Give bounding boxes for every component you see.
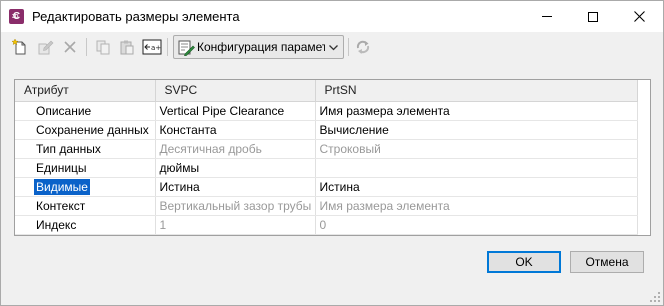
prtsn-cell[interactable]: Вычисление — [315, 120, 638, 140]
toolbar-separator — [86, 38, 87, 56]
close-button[interactable] — [616, 1, 662, 32]
table-row[interactable]: Тип данных Десятичная дробь Строковый — [15, 139, 638, 159]
attribute-cell-selected[interactable]: Видимые — [15, 177, 156, 197]
insert-column-icon: a+ — [142, 39, 162, 55]
attribute-cell[interactable]: Контекст — [15, 196, 156, 216]
app-icon: C 3D — [9, 9, 24, 24]
svpc-cell[interactable]: Истина — [155, 177, 316, 197]
edit-size-button[interactable] — [35, 37, 55, 57]
attribute-cell[interactable]: Тип данных — [15, 139, 156, 159]
new-document-icon — [11, 38, 26, 55]
column-header-svpc[interactable]: SVPC — [155, 80, 316, 102]
table-row[interactable]: Индекс 1 0 — [15, 215, 638, 235]
close-icon — [633, 11, 645, 22]
table-row[interactable]: Сохранение данных Константа Вычисление — [15, 120, 638, 140]
prtsn-cell[interactable]: Имя размера элемента — [315, 101, 638, 121]
delete-icon — [64, 41, 76, 53]
svpc-cell[interactable]: дюймы — [155, 158, 316, 178]
selected-attribute-label: Видимые — [34, 178, 90, 195]
chevron-down-icon — [329, 45, 338, 51]
edit-document-icon — [38, 40, 54, 55]
table-row[interactable]: Контекст Вертикальный зазор трубы Имя ра… — [15, 196, 638, 216]
title-bar: C 3D Редактировать размеры элемента — [1, 1, 663, 32]
table-row[interactable]: Единицы дюймы — [15, 158, 638, 178]
prtsn-cell[interactable] — [315, 158, 638, 178]
edit-part-sizes-dialog: C 3D Редактировать размеры элемента a+ К… — [0, 0, 664, 306]
app-icon-sub: 3D — [12, 14, 19, 20]
toolbar: a+ Конфигурация параметров — [1, 32, 663, 62]
svpc-cell[interactable]: Vertical Pipe Clearance — [155, 101, 316, 121]
grid-header-row: Атрибут SVPC PrtSN — [15, 80, 638, 102]
paste-icon — [120, 40, 134, 55]
maximize-icon — [588, 11, 598, 22]
toolbar-separator — [348, 38, 349, 56]
configuration-dropdown[interactable]: Конфигурация параметров — [173, 35, 344, 59]
prtsn-cell[interactable]: 0 — [315, 215, 638, 235]
configuration-icon — [178, 40, 195, 56]
column-header-attribute[interactable]: Атрибут — [15, 80, 156, 102]
attribute-cell[interactable]: Единицы — [15, 158, 156, 178]
svpc-cell[interactable]: Константа — [155, 120, 316, 140]
minimize-button[interactable] — [524, 1, 570, 32]
delete-size-button[interactable] — [60, 37, 80, 57]
window-title: Редактировать размеры элемента — [32, 9, 240, 24]
prtsn-cell[interactable]: Истина — [315, 177, 638, 197]
attribute-cell[interactable]: Сохранение данных — [15, 120, 156, 140]
copy-icon — [96, 40, 110, 55]
attribute-cell[interactable]: Описание — [15, 101, 156, 121]
refresh-icon — [356, 40, 370, 54]
copy-button[interactable] — [93, 37, 113, 57]
svg-text:a+: a+ — [151, 44, 161, 52]
minimize-icon — [542, 16, 552, 17]
table-row-selected[interactable]: Видимые Истина Истина — [15, 177, 638, 197]
prtsn-cell[interactable]: Строковый — [315, 139, 638, 159]
prtsn-cell[interactable]: Имя размера элемента — [315, 196, 638, 216]
paste-button[interactable] — [117, 37, 137, 57]
configuration-label: Конфигурация параметров — [197, 40, 325, 54]
resize-grip-icon[interactable] — [650, 292, 660, 302]
new-size-button[interactable] — [10, 37, 30, 57]
insert-column-button[interactable]: a+ — [142, 37, 162, 57]
table-row[interactable]: Описание Vertical Pipe Clearance Имя раз… — [15, 101, 638, 121]
column-header-prtsn[interactable]: PrtSN — [315, 80, 638, 102]
svpc-cell[interactable]: Десятичная дробь — [155, 139, 316, 159]
ok-button[interactable]: OK — [487, 251, 561, 273]
refresh-button[interactable] — [353, 37, 373, 57]
toolbar-separator — [167, 38, 168, 56]
sizes-grid[interactable]: Атрибут SVPC PrtSN Описание Vertical Pip… — [14, 79, 651, 236]
maximize-button[interactable] — [570, 1, 616, 32]
svpc-cell[interactable]: 1 — [155, 215, 316, 235]
svpc-cell[interactable]: Вертикальный зазор трубы — [155, 196, 316, 216]
attribute-cell[interactable]: Индекс — [15, 215, 156, 235]
cancel-button[interactable]: Отмена — [570, 251, 644, 273]
